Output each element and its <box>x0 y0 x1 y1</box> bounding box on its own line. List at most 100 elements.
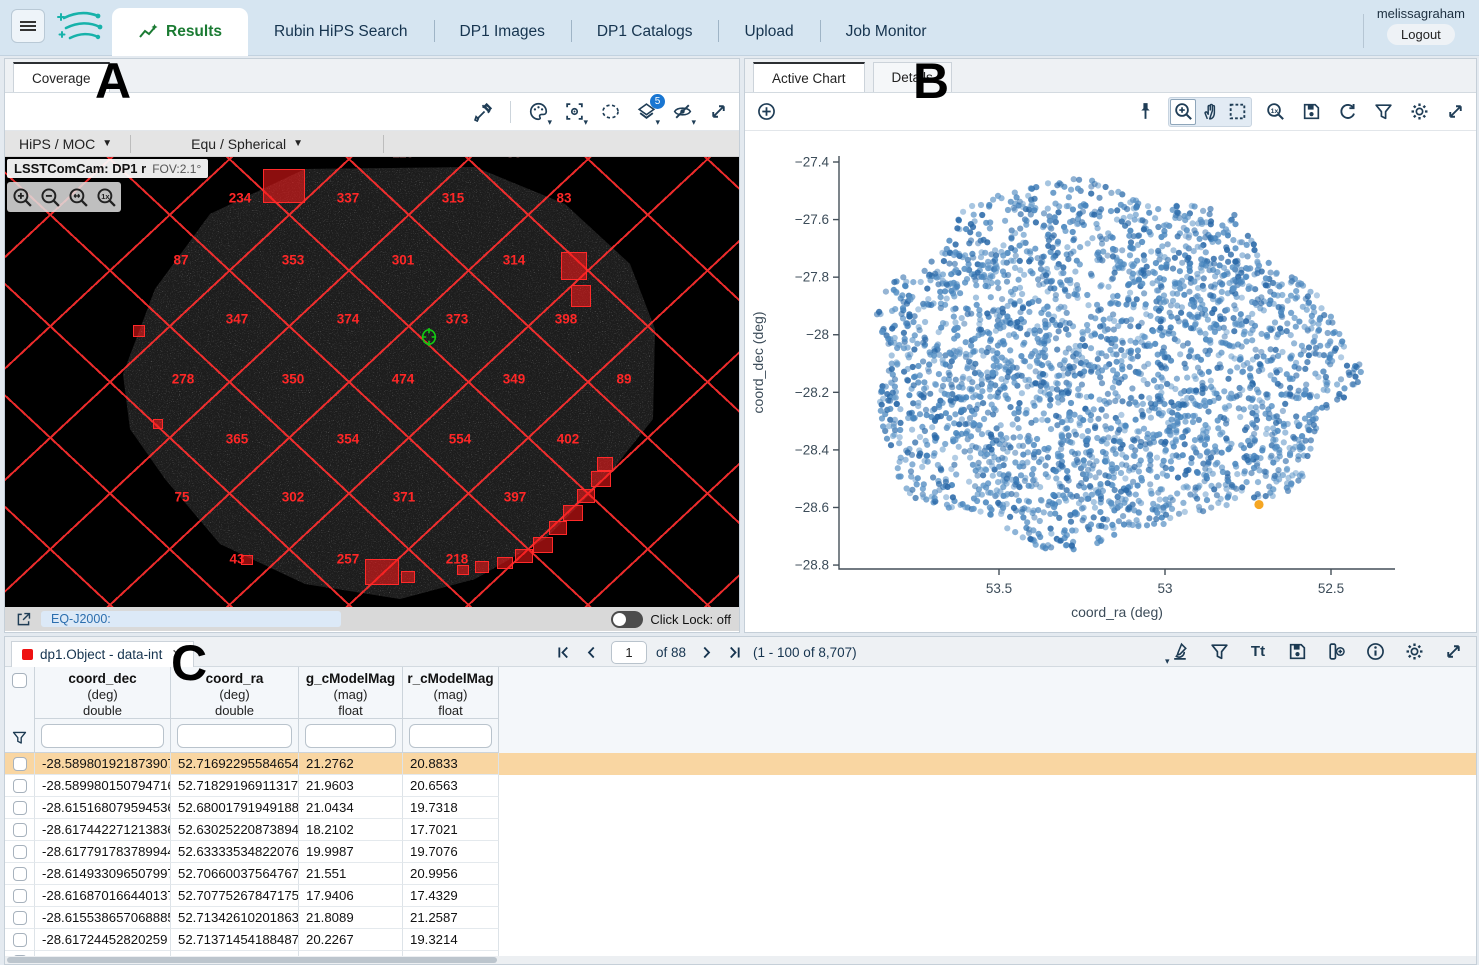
zoom-fill-icon[interactable] <box>93 184 119 210</box>
chart-restore-icon[interactable] <box>1334 99 1360 125</box>
tab-details[interactable]: Details <box>873 62 952 92</box>
image-label: LSSTComCam: DP1 r <box>14 161 146 176</box>
close-table-icon[interactable]: ✕ <box>171 646 183 663</box>
coordinate-readout: EQ-J2000: <box>41 611 341 627</box>
filter-input-coord_dec[interactable] <box>41 724 164 748</box>
tab-active-chart[interactable]: Active Chart <box>753 62 865 92</box>
ellipse-select-icon[interactable] <box>597 99 623 125</box>
page-number-input[interactable] <box>611 641 647 664</box>
pin-chart-icon[interactable] <box>1132 99 1158 125</box>
zoom-in-icon[interactable] <box>9 184 35 210</box>
menu-button[interactable] <box>11 9 45 43</box>
nav-tab-results[interactable]: Results <box>112 8 248 56</box>
filter-input-g_cModelMag[interactable] <box>305 724 396 748</box>
table-row[interactable]: -28.6172445282025952.7137145418848720.22… <box>5 929 1476 951</box>
add-column-icon[interactable] <box>1323 638 1349 664</box>
table-filter-icon[interactable] <box>1206 638 1232 664</box>
nav-tab-dp1-catalogs[interactable]: DP1 Catalogs <box>571 8 719 56</box>
hips-moc-dropdown[interactable]: HiPS / MOC▼ <box>5 136 126 152</box>
projection-dropdown[interactable]: Equ / Spherical▼ <box>135 136 317 152</box>
svg-text:−28: −28 <box>806 327 829 342</box>
page-count-label: of 88 <box>656 645 686 660</box>
table-cell: -28.617791783789944 <box>35 841 171 863</box>
zoom-fit-icon[interactable] <box>65 184 91 210</box>
nav-tab-job-monitor[interactable]: Job Monitor <box>820 8 953 56</box>
svg-text:−28.4: −28.4 <box>795 442 830 457</box>
scatter-chart[interactable]: −27.4−27.6−27.8−28−28.2−28.4−28.6−28.853… <box>745 131 1476 632</box>
column-header-r_cModelMag[interactable]: r_cModelMag(mag)float <box>403 667 499 719</box>
layers-icon[interactable]: 5▾ <box>633 99 659 125</box>
logout-button[interactable]: Logout <box>1387 24 1455 45</box>
table-row[interactable]: -28.61687016644013752.70775267847175617.… <box>5 885 1476 907</box>
row-checkbox[interactable] <box>13 867 27 881</box>
table-expand-icon[interactable] <box>1440 638 1466 664</box>
select-all-checkbox[interactable] <box>12 673 27 688</box>
text-view-icon[interactable]: Tt <box>1245 638 1271 664</box>
row-checkbox[interactable] <box>13 889 27 903</box>
column-header-g_cModelMag[interactable]: g_cModelMag(mag)float <box>299 667 403 719</box>
svg-text:−27.4: −27.4 <box>795 155 830 170</box>
row-checkbox[interactable] <box>13 933 27 947</box>
click-lock-toggle[interactable] <box>611 611 643 628</box>
table-row[interactable]: -28.61744227121383652.63025220873894518.… <box>5 819 1476 841</box>
moc-region <box>263 169 305 203</box>
table-cell: 20.2267 <box>299 929 403 951</box>
zoom-out-icon[interactable] <box>37 184 63 210</box>
filter-input-r_cModelMag[interactable] <box>409 724 492 748</box>
table-settings-icon[interactable] <box>1401 638 1427 664</box>
sky-image-viewer[interactable]: 1105623433731583873533013143473743733982… <box>5 157 739 607</box>
row-checkbox[interactable] <box>13 757 27 771</box>
tap-search-icon[interactable]: ▾ <box>1167 638 1193 664</box>
chart-pan-mode-icon[interactable] <box>1197 99 1223 125</box>
chart-save-icon[interactable] <box>1298 99 1324 125</box>
table-row[interactable]: -28.61516807959453652.6800179194918821.0… <box>5 797 1476 819</box>
column-header-coord_dec[interactable]: coord_dec(deg)double <box>35 667 171 719</box>
table-row[interactable]: -28.61493309650799752.7066003756476721.5… <box>5 863 1476 885</box>
chart-select-mode-icon[interactable] <box>1224 99 1250 125</box>
highlighted-point[interactable] <box>1254 500 1263 509</box>
table-row[interactable]: -28.61553865706888552.7134261020186321.8… <box>5 907 1476 929</box>
nav-tab-upload[interactable]: Upload <box>718 8 819 56</box>
next-page-icon[interactable] <box>695 642 715 662</box>
table-row[interactable]: -28.61779178378994452.6333353482207619.9… <box>5 841 1476 863</box>
row-checkbox[interactable] <box>13 911 27 925</box>
table-save-icon[interactable] <box>1284 638 1310 664</box>
chart-filter-icon[interactable] <box>1370 99 1396 125</box>
coverage-statusbar: EQ-J2000: Click Lock: off <box>5 607 739 631</box>
table-cell: 19.9987 <box>299 841 403 863</box>
expand-readout-icon[interactable] <box>13 609 33 629</box>
tract-label: 89 <box>616 372 631 387</box>
table-info-icon[interactable] <box>1362 638 1388 664</box>
color-palette-icon[interactable]: ▾ <box>525 99 551 125</box>
nav-tab-dp1-images[interactable]: DP1 Images <box>434 8 571 56</box>
chart-mode-group <box>1168 97 1252 127</box>
row-checkbox[interactable] <box>13 801 27 815</box>
table-row[interactable]: -28.58980192187390752.7169229558465421.2… <box>5 753 1476 775</box>
table-row[interactable]: -28.58998015079471652.7182919691131721.9… <box>5 775 1476 797</box>
tab-coverage[interactable]: Coverage <box>13 62 110 92</box>
hide-overlay-icon[interactable]: ▾ <box>669 99 695 125</box>
table-horizontal-scrollbar[interactable] <box>5 956 1476 964</box>
chart-zoom-mode-icon[interactable] <box>1170 99 1196 125</box>
expand-panel-icon[interactable] <box>705 99 731 125</box>
row-checkbox[interactable] <box>13 823 27 837</box>
row-checkbox[interactable] <box>13 779 27 793</box>
tract-label: 83 <box>556 191 571 206</box>
chart-zoom-reset-icon[interactable] <box>1262 99 1288 125</box>
previous-page-icon[interactable] <box>582 642 602 662</box>
table-tab[interactable]: dp1.Object - data-int ✕ <box>11 641 194 667</box>
tract-label: 398 <box>555 312 578 327</box>
svg-text:−28.2: −28.2 <box>795 385 829 400</box>
recenter-icon[interactable]: ▾ <box>561 99 587 125</box>
chart-expand-icon[interactable] <box>1442 99 1468 125</box>
moc-region <box>591 471 611 487</box>
add-chart-icon[interactable] <box>753 99 779 125</box>
filter-input-coord_ra[interactable] <box>177 724 292 748</box>
image-tools-icon[interactable] <box>470 99 496 125</box>
column-header-coord_ra[interactable]: coord_ra(deg)double <box>171 667 299 719</box>
nav-tab-rubin-hips-search[interactable]: Rubin HiPS Search <box>248 8 434 56</box>
first-page-icon[interactable] <box>553 642 573 662</box>
row-checkbox[interactable] <box>13 845 27 859</box>
last-page-icon[interactable] <box>724 642 744 662</box>
chart-settings-icon[interactable] <box>1406 99 1432 125</box>
